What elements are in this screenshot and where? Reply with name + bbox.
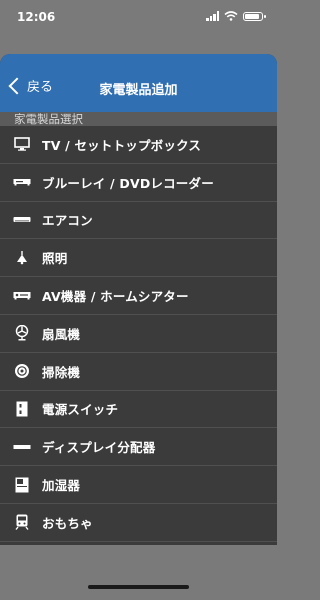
item-label: 加湿器 — [42, 478, 81, 494]
list-item-toy[interactable]: おもちゃ — [0, 504, 277, 542]
wifi-icon — [224, 11, 238, 21]
vacuum-icon — [12, 361, 32, 381]
list-item-av-equipment[interactable]: AV機器 / ホームシアター — [0, 277, 277, 315]
section-header: 家電製品選択 — [0, 112, 277, 126]
home-indicator[interactable] — [88, 585, 189, 589]
cellular-signal-icon — [206, 11, 219, 21]
item-label: 扇風機 — [42, 326, 81, 342]
item-label: エアコン — [42, 213, 93, 229]
list-item-air-conditioner[interactable]: エアコン — [0, 202, 277, 240]
status-bar: 12:06 — [0, 0, 277, 44]
list-item-vacuum[interactable]: 掃除機 — [0, 353, 277, 391]
tv-icon — [12, 134, 32, 154]
display-splitter-icon — [12, 437, 32, 457]
air-conditioner-icon — [12, 210, 32, 230]
item-label: 電源スイッチ — [42, 402, 119, 418]
bluray-recorder-icon — [12, 172, 32, 192]
list-item-power-switch[interactable]: 電源スイッチ — [0, 391, 277, 429]
fan-icon — [12, 323, 32, 343]
toy-train-icon — [12, 512, 32, 532]
item-label: AV機器 / ホームシアター — [42, 289, 189, 305]
status-time: 12:06 — [17, 10, 56, 24]
list-item-light[interactable]: 照明 — [0, 239, 277, 278]
light-icon — [12, 248, 32, 268]
modal-sheet: 戻る 家電製品追加 家電製品選択 TV / セットトップボックス ブルーレイ /… — [0, 54, 277, 545]
list-item-tv[interactable]: TV / セットトップボックス — [0, 126, 277, 164]
status-icons — [206, 11, 266, 21]
power-switch-icon — [12, 399, 32, 419]
item-label: ブルーレイ / DVDレコーダー — [42, 175, 214, 191]
humidifier-icon — [12, 475, 32, 495]
battery-icon — [243, 11, 266, 21]
page-title: 家電製品追加 — [99, 83, 178, 98]
item-label: 掃除機 — [42, 364, 81, 380]
list-item-humidifier[interactable]: 加湿器 — [0, 466, 277, 504]
item-label: おもちゃ — [42, 515, 93, 531]
list-item-bluray-recorder[interactable]: ブルーレイ / DVDレコーダー — [0, 164, 277, 202]
item-label: TV / セットトップボックス — [42, 137, 202, 153]
appliance-list: TV / セットトップボックス ブルーレイ / DVDレコーダー エアコン 照明… — [0, 126, 277, 542]
item-label: ディスプレイ分配器 — [42, 440, 156, 456]
navigation-bar: 戻る 家電製品追加 — [0, 54, 277, 112]
list-item-display-splitter[interactable]: ディスプレイ分配器 — [0, 428, 277, 467]
item-label: 照明 — [42, 251, 68, 267]
list-item-fan[interactable]: 扇風機 — [0, 315, 277, 353]
av-receiver-icon — [12, 286, 32, 306]
